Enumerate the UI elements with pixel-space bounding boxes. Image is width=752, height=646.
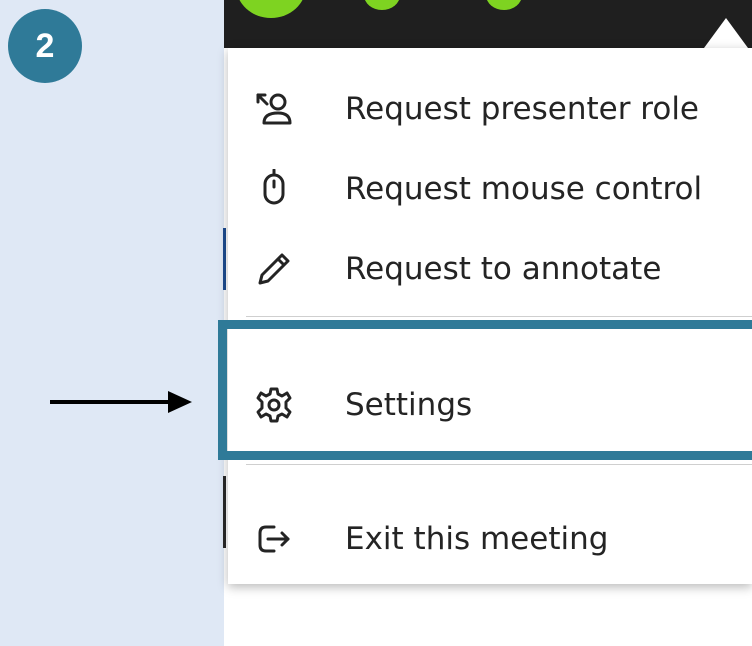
pencil-icon bbox=[250, 245, 298, 293]
more-options-menu: Request presenter role Request mouse con… bbox=[228, 48, 752, 584]
screenshot-stage: 2 Request presenter role Request mouse c… bbox=[0, 0, 752, 646]
participant-video-tile bbox=[486, 0, 522, 10]
window-edge bbox=[223, 476, 226, 548]
menu-item-label: Request presenter role bbox=[345, 91, 700, 127]
menu-item-label: Exit this meeting bbox=[345, 521, 609, 557]
menu-item-request-presenter-role[interactable]: Request presenter role bbox=[228, 74, 752, 144]
step-number-badge: 2 bbox=[8, 9, 82, 83]
settings-highlight-box bbox=[218, 320, 752, 460]
arrow-right-icon bbox=[50, 391, 192, 413]
menu-pointer-caret bbox=[704, 18, 748, 48]
meeting-toolbar bbox=[224, 0, 752, 48]
presenter-request-icon bbox=[250, 85, 298, 133]
menu-item-label: Request to annotate bbox=[345, 251, 662, 287]
participant-video-tile bbox=[364, 0, 400, 10]
mouse-icon bbox=[250, 165, 298, 213]
window-edge bbox=[223, 228, 226, 290]
participant-video-tile bbox=[236, 0, 306, 18]
menu-item-request-to-annotate[interactable]: Request to annotate bbox=[228, 234, 752, 304]
menu-item-request-mouse-control[interactable]: Request mouse control bbox=[228, 154, 752, 224]
menu-item-label: Request mouse control bbox=[345, 171, 703, 207]
exit-icon bbox=[250, 515, 298, 563]
menu-divider bbox=[246, 464, 752, 465]
menu-item-exit-this-meeting[interactable]: Exit this meeting bbox=[228, 504, 752, 574]
menu-divider bbox=[246, 316, 752, 317]
instruction-panel bbox=[0, 0, 224, 646]
